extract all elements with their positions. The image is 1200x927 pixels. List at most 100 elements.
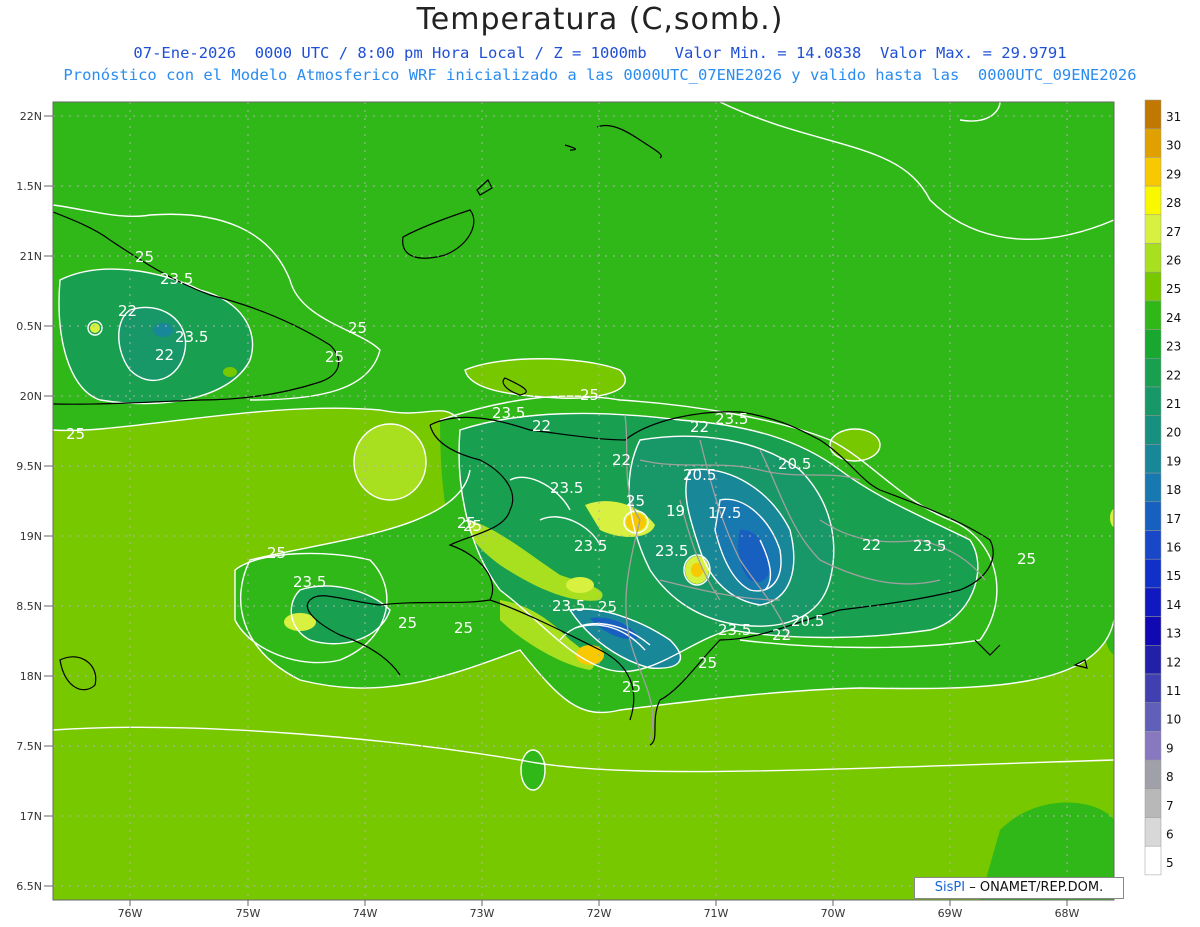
lat-tick-label: 8.5N: [16, 600, 42, 613]
lat-tick-label: 1.5N: [16, 180, 42, 193]
colorbar-swatch: [1144, 645, 1162, 675]
colorbar-swatch: [1144, 185, 1162, 216]
contour-label: 20.5: [778, 455, 811, 473]
colorbar-label: 31: [1166, 110, 1181, 124]
longitude-axis: 76W 75W 74W 73W 72W 71W 70W 69W 68W: [118, 900, 1080, 920]
contour-label: 22: [862, 536, 881, 554]
colorbar-swatch: [1144, 759, 1162, 790]
colorbar-swatch: [1144, 358, 1162, 388]
contour-label: 25: [348, 319, 367, 337]
colorbar-swatch: [1144, 845, 1162, 876]
colorbar-swatch: [1144, 128, 1162, 158]
colorbar-swatch: [1144, 530, 1162, 560]
colorbar-label: 29: [1166, 167, 1181, 181]
contour-label: 19: [666, 502, 685, 520]
contour-label: 25: [626, 492, 645, 510]
colorbar-label: 17: [1166, 512, 1181, 526]
colorbar-swatch: [1144, 214, 1162, 244]
credit-box: SisPI – ONAMET/REP.DOM.: [914, 877, 1124, 899]
contour-label: 22: [155, 346, 174, 364]
contour-label: 22: [532, 417, 551, 435]
colorbar-swatch: [1144, 415, 1162, 445]
colorbar-swatch: [1144, 616, 1162, 646]
colorbar-label: 30: [1166, 139, 1181, 153]
lon-tick-label: 68W: [1055, 907, 1080, 920]
colorbar-swatch: [1144, 587, 1162, 617]
contour-label: 23.5: [718, 621, 751, 639]
credit-text: – ONAMET/REP.DOM.: [965, 880, 1104, 895]
contour-label: 25: [598, 598, 617, 616]
colorbar-label: 22: [1166, 368, 1181, 382]
colorbar-swatch: [1144, 329, 1162, 359]
colorbar-label: 10: [1166, 713, 1181, 727]
colorbar-label: 11: [1166, 684, 1181, 698]
lat-tick-label: 22N: [20, 110, 42, 123]
lat-tick-label: 7.5N: [16, 740, 42, 753]
colorbar-swatch: [1144, 501, 1162, 531]
contour-label: 23.5: [175, 328, 208, 346]
colorbar-swatch: [1144, 300, 1162, 330]
contour-label: 25: [698, 654, 717, 672]
colorbar-swatch: [1144, 444, 1162, 474]
contour-label: 23.5: [492, 404, 525, 422]
colorbar-label: 20: [1166, 426, 1181, 440]
map-field: [53, 102, 1114, 900]
colorbar-label: 27: [1166, 225, 1181, 239]
lat-tick-label: 6.5N: [16, 880, 42, 893]
colorbar-swatch: [1144, 558, 1162, 589]
colorbar-swatch: [1144, 99, 1162, 129]
contour-label: 22: [118, 302, 137, 320]
colorbar-label: 21: [1166, 397, 1181, 411]
lat-tick-label: 9.5N: [16, 460, 42, 473]
colorbar-swatch: [1144, 673, 1162, 703]
lat-tick-label: 21N: [20, 250, 42, 263]
lon-tick-label: 70W: [821, 907, 846, 920]
contour-label: 25: [135, 248, 154, 266]
colorbar-label: 13: [1166, 627, 1181, 641]
lon-tick-label: 75W: [236, 907, 261, 920]
colorbar-label: 8: [1166, 770, 1174, 784]
colorbar-swatch: [1144, 731, 1162, 761]
contour-label: 23.5: [913, 537, 946, 555]
contour-label: 17.5: [708, 504, 741, 522]
colorbar-label: 12: [1166, 655, 1181, 669]
colorbar-label: 25: [1166, 282, 1181, 296]
lon-tick-label: 71W: [704, 907, 729, 920]
contour-label: 23.5: [715, 410, 748, 428]
colorbar-label: 7: [1166, 799, 1174, 813]
contour-label: 23.5: [550, 479, 583, 497]
contour-label: 25: [325, 348, 344, 366]
latitude-axis: 22N 1.5N 21N 0.5N 20N 9.5N 19N 8.5N 18N 7.5N 17N 6.…: [16, 110, 53, 893]
colorbar-label: 9: [1166, 741, 1174, 755]
sispi-logo: SisPI: [934, 880, 966, 895]
colorbar-label: 23: [1166, 340, 1181, 354]
colorbar-swatch: [1144, 157, 1162, 187]
contour-label: 25: [1017, 550, 1036, 568]
lat-tick-label: 0.5N: [16, 320, 42, 333]
colorbar-swatch: [1144, 271, 1162, 302]
colorbar-label: 28: [1166, 196, 1181, 210]
colorbar-label: 6: [1166, 828, 1174, 842]
contour-label: 25: [622, 678, 641, 696]
colorbar: 31 30 29 28 27 26 25 24 23 22 21 20 19 18 17 16 15 14 13 12…: [1144, 99, 1181, 876]
lat-tick-label: 18N: [20, 670, 42, 683]
contour-label: 25: [66, 425, 85, 443]
contour-label: 25: [454, 619, 473, 637]
lon-tick-label: 73W: [470, 907, 495, 920]
colorbar-label: 24: [1166, 311, 1181, 325]
contour-label: 23.5: [293, 573, 326, 591]
contour-label: 23.5: [655, 542, 688, 560]
colorbar-swatch: [1144, 386, 1162, 416]
colorbar-label: 14: [1166, 598, 1181, 612]
contour-label: 25: [580, 386, 599, 404]
colorbar-swatch: [1144, 472, 1162, 503]
lon-tick-label: 72W: [587, 907, 612, 920]
contour-label: 23.5: [160, 270, 193, 288]
colorbar-label: 26: [1166, 254, 1181, 268]
colorbar-label: 19: [1166, 454, 1181, 468]
contour-label: 22: [690, 418, 709, 436]
contour-label: 25: [267, 544, 286, 562]
contour-label: 25: [398, 614, 417, 632]
lon-tick-label: 69W: [938, 907, 963, 920]
colorbar-swatch: [1144, 817, 1162, 847]
